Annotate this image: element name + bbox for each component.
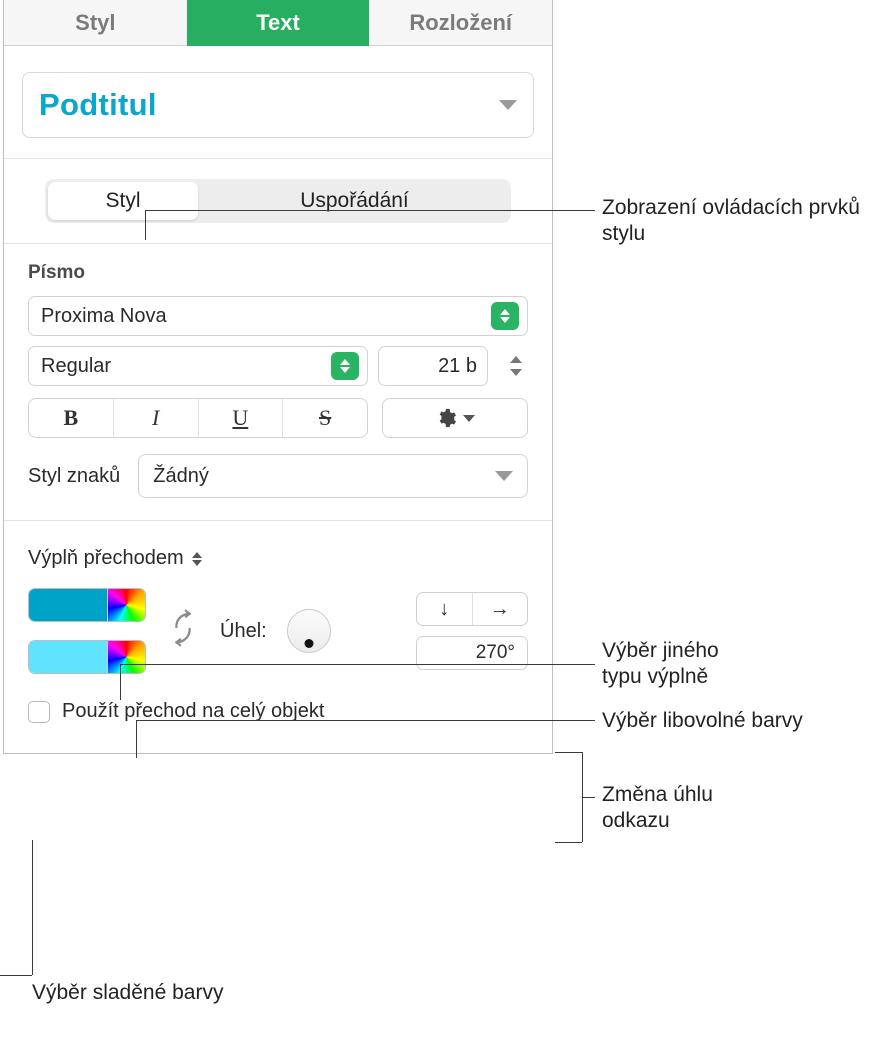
gradient-stop-2 [28,640,146,674]
chevron-down-icon [499,100,517,110]
callout-angle: Změna úhluodkazu [602,782,713,835]
angle-value: 270° [476,642,515,664]
italic-button[interactable]: I [114,399,199,437]
font-family-value: Proxima Nova [41,305,167,328]
fill-type-popup[interactable]: Výplň přechodem [28,547,202,570]
gradient-stop-1 [28,588,146,622]
font-style-buttons: B I U S [28,398,368,438]
strikethrough-button[interactable]: S [283,399,367,437]
character-style-label: Styl znaků [28,465,120,488]
subtab-arrangement[interactable]: Uspořádání [201,182,508,220]
paragraph-style-name: Podtitul [39,87,157,123]
inspector-top-tabs: Styl Text Rozložení [4,0,552,46]
stepper-down-icon [510,369,522,376]
font-family-popup[interactable]: Proxima Nova [28,296,528,336]
gradient-stop-2-swatch[interactable] [29,641,107,673]
callout-fill-type: Výběr jinéhotypu výplně [602,638,719,691]
fill-type-label: Výplň přechodem [28,547,184,570]
bold-button[interactable]: B [29,399,114,437]
gradient-direction-vertical[interactable]: ↓ [417,593,473,625]
underline-button[interactable]: U [199,399,284,437]
text-fill-section: Výplň přechodem Úhel: [4,521,552,753]
angle-knob[interactable] [287,609,331,653]
updown-arrows-icon [491,302,519,330]
advanced-options-button[interactable] [382,398,528,438]
subtab-segmented: Styl Uspořádání [45,179,511,223]
gradient-direction-horizontal[interactable]: → [473,593,528,625]
gradient-direction-segmented: ↓ → [416,592,528,626]
font-section: Písmo Proxima Nova Regular 21 b [4,244,552,520]
font-section-title: Písmo [28,262,528,284]
paragraph-style-popup[interactable]: Podtitul [22,72,534,138]
font-size-stepper[interactable] [504,356,528,376]
updown-arrows-icon [331,352,359,380]
chevron-down-icon [463,415,475,422]
updown-arrows-icon [192,552,202,566]
character-style-value: Žádný [153,465,209,488]
gear-icon [435,407,457,429]
stepper-up-icon [510,356,522,363]
gradient-stops [28,588,146,674]
tab-text[interactable]: Text [187,0,370,46]
chevron-down-icon [495,471,513,481]
tab-layout[interactable]: Rozložení [369,0,552,46]
font-weight-popup[interactable]: Regular [28,346,368,386]
angle-label: Úhel: [220,620,267,643]
tab-style[interactable]: Styl [4,0,187,46]
swap-stops-button[interactable] [166,608,200,654]
callout-any-color: Výběr libovolné barvy [602,708,803,734]
font-size-field[interactable]: 21 b [378,346,488,386]
font-size-value: 21 b [438,355,477,378]
callout-style-controls: Zobrazení ovládacích prvků stylu [602,195,896,248]
subtab-style[interactable]: Styl [48,182,198,220]
gradient-stop-2-colorwheel[interactable] [107,641,145,673]
callout-matched-color: Výběr sladěné barvy [32,980,223,1006]
font-weight-value: Regular [41,355,111,378]
gradient-stop-1-swatch[interactable] [29,589,107,621]
apply-whole-object-checkbox[interactable] [28,701,50,723]
format-inspector-panel: Styl Text Rozložení Podtitul Styl Uspořá… [3,0,553,754]
character-style-popup[interactable]: Žádný [138,454,528,498]
gradient-stop-1-colorwheel[interactable] [107,589,145,621]
